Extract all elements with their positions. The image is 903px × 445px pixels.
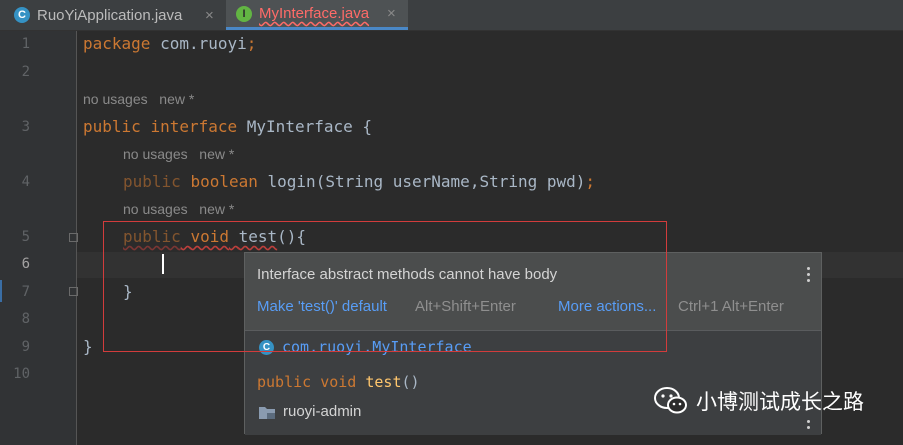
class-icon: C (259, 340, 274, 355)
line-number: 3 (21, 119, 30, 135)
documentation-section: C com.ruoyi.MyInterface public void test… (245, 330, 821, 435)
line-number: 5 (21, 229, 30, 245)
interface-icon: I (236, 5, 252, 22)
more-options-icon[interactable] (807, 420, 811, 432)
line-number: 2 (21, 64, 30, 80)
line-number: 6 (21, 256, 30, 272)
class-reference-link[interactable]: com.ruoyi.MyInterface (282, 338, 472, 356)
code-line-4[interactable]: public boolean login(String userName,Str… (123, 172, 595, 191)
quick-fix-link[interactable]: Make 'test()' default (257, 298, 387, 315)
watermark: 小博测试成长之路 (654, 386, 864, 416)
code-line-7[interactable]: } (123, 282, 133, 301)
code-line-9[interactable]: } (83, 337, 93, 356)
more-actions-link[interactable]: More actions... (558, 298, 656, 315)
code-line-1[interactable]: package com.ruoyi; (83, 34, 256, 53)
line-number: 9 (21, 339, 30, 355)
code-line-5[interactable]: public void test(){ (123, 227, 306, 246)
class-icon: C (14, 7, 30, 23)
tab-ruoyi-application[interactable]: C RuoYiApplication.java × (0, 0, 222, 30)
wechat-icon (654, 387, 687, 414)
code-line-3[interactable]: public interface MyInterface { (83, 117, 372, 136)
line-number: 4 (21, 174, 30, 190)
editor-tab-bar: C RuoYiApplication.java × I MyInterface.… (0, 0, 903, 31)
line-number: 8 (21, 311, 30, 327)
error-message: Interface abstract methods cannot have b… (257, 266, 558, 283)
tab-label: MyInterface.java (259, 5, 370, 22)
quick-fix-shortcut: Alt+Shift+Enter (415, 298, 516, 315)
line-number: 10 (13, 366, 30, 382)
inlay-hint[interactable]: no usages new * (83, 91, 194, 107)
more-actions-shortcut: Ctrl+1 Alt+Enter (678, 298, 784, 315)
line-number: 7 (21, 284, 30, 300)
line-number: 1 (21, 36, 30, 52)
watermark-text: 小博测试成长之路 (696, 390, 864, 414)
fold-toggle-icon[interactable] (69, 287, 78, 296)
fold-toggle-icon[interactable] (69, 233, 78, 242)
text-caret (162, 254, 164, 274)
method-signature: public void test() (257, 373, 420, 391)
inlay-hint[interactable]: no usages new * (123, 201, 234, 217)
tab-my-interface[interactable]: I MyInterface.java × (226, 0, 408, 30)
module-name: ruoyi-admin (283, 403, 362, 420)
inlay-hint[interactable]: no usages new * (123, 146, 234, 162)
module-folder-icon (259, 407, 275, 419)
close-icon[interactable]: × (387, 5, 396, 22)
tab-label: RuoYiApplication.java (37, 6, 183, 24)
close-icon[interactable]: × (205, 7, 214, 24)
more-options-icon[interactable] (807, 267, 811, 285)
